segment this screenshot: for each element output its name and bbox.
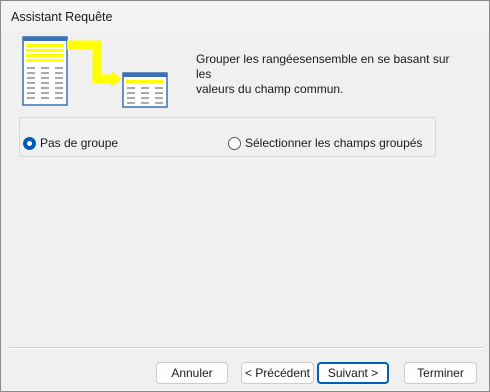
window-title: Assistant Requête xyxy=(11,10,113,24)
title-bar[interactable]: Assistant Requête xyxy=(1,1,489,31)
group-rows-illustration xyxy=(22,36,168,108)
step-description: Grouper les rangéesensemble en se basant… xyxy=(196,52,466,97)
no-group-radio[interactable]: Pas de groupe xyxy=(23,136,118,150)
wizard-dialog: Assistant Requête Grouper les rangéesens… xyxy=(0,0,490,392)
select-grouped-fields-radio[interactable]: Sélectionner les champs groupés xyxy=(228,136,422,150)
finish-button[interactable]: Terminer xyxy=(404,362,477,384)
footer-divider xyxy=(9,347,483,349)
radio-unchecked-icon xyxy=(228,136,241,150)
cancel-button[interactable]: Annuler xyxy=(156,362,228,384)
description-line-1: Grouper les rangéesensemble en se basant… xyxy=(196,52,450,81)
select-grouped-fields-label: Sélectionner les champs groupés xyxy=(245,136,423,150)
previous-button[interactable]: < Précédent xyxy=(241,362,314,384)
no-group-label: Pas de groupe xyxy=(40,136,119,150)
radio-checked-icon xyxy=(23,136,36,150)
description-line-2: valeurs du champ commun. xyxy=(196,82,344,96)
next-button[interactable]: Suivant > xyxy=(317,362,389,384)
